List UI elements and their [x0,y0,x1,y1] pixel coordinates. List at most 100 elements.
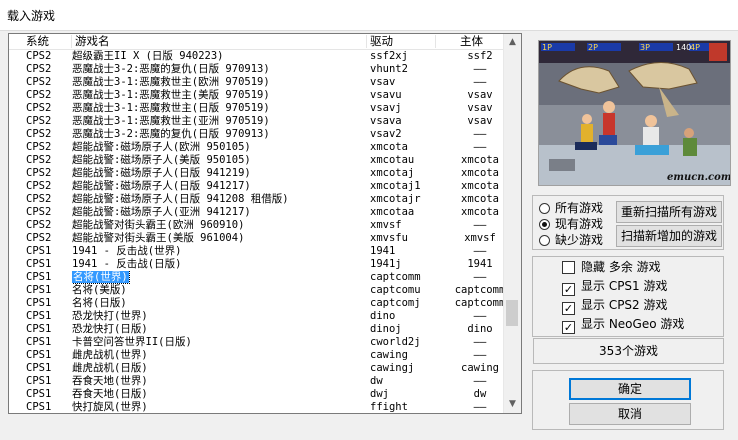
cell-name: 恶魔战士3-1:恶魔救世主(日版 970519) [72,102,270,114]
scroll-down-arrow-icon[interactable]: ▼ [504,396,521,413]
cell-driver: cawing [370,349,408,361]
table-row[interactable]: CPS2 恶魔战士3-1:恶魔救世主(美版 970519) vsavu vsav [9,89,505,102]
checkbox-show-neogeo[interactable]: ✓ 显示 NeoGeo 游戏 [562,316,684,334]
cell-name: 名将(美版) [72,284,127,296]
column-divider[interactable] [71,35,72,48]
column-system[interactable]: 系统 [26,34,49,49]
cell-system: CPS1 [26,349,52,361]
table-row[interactable]: CPS1 雌虎战机(世界) cawing —— [9,349,505,362]
title-divider [0,30,738,31]
cell-driver: vsav2 [370,128,402,140]
checkbox-show-cps2[interactable]: ✓ 显示 CPS2 游戏 [562,297,668,315]
table-row[interactable]: CPS2 超能战警:磁场原子人(欧洲 950105) xmcota —— [9,141,505,154]
scroll-up-arrow-icon[interactable]: ▲ [504,34,521,51]
cell-system: CPS2 [26,154,52,166]
cell-driver: xmvsf [370,219,402,231]
rescan-new-button[interactable]: 扫描新增加的游戏 [616,225,722,247]
table-row[interactable]: CPS1 快打旋风(世界) ffight —— [9,401,505,413]
table-row[interactable]: CPS2 超能战警:磁场原子人(日版 941217) xmcotaj1 xmcota [9,180,505,193]
rescan-all-button[interactable]: 重新扫描所有游戏 [616,201,722,223]
radio-dot [539,203,550,214]
ok-button[interactable]: 确定 [569,378,691,400]
table-row[interactable]: CPS2 超能战警:磁场原子人(日版 941219) xmcotaj xmcota [9,167,505,180]
cancel-button[interactable]: 取消 [569,403,691,425]
cell-name: 名将(日版) [72,297,127,309]
table-row[interactable]: CPS2 超能战警对街头霸王(欧洲 960910) xmvsf —— [9,219,505,232]
table-row[interactable]: CPS1 雌虎战机(日版) cawingj cawing [9,362,505,375]
table-row[interactable]: CPS2 恶魔战士3-1:恶魔救世主(日版 970519) vsavj vsav [9,102,505,115]
game-preview-image: 1P 2P 3P 140 4P emucn.com [538,40,731,186]
window-title: 载入游戏 [7,9,56,23]
table-row[interactable]: CPS1 名将(日版) captcomj captcomm [9,297,505,310]
cell-driver: vsavj [370,102,402,114]
cell-name: 恐龙快打(世界) [72,310,148,322]
table-row[interactable]: CPS2 恶魔战士3-2:恶魔的复仇(日版 970913) vsav2 —— [9,128,505,141]
table-row[interactable]: CPS2 恶魔战士3-1:恶魔救世主(欧洲 970519) vsav —— [9,76,505,89]
table-row[interactable]: CPS2 超能战警:磁场原子人(亚洲 941217) xmcotaa xmcota [9,206,505,219]
cell-driver: xmcotajr [370,193,421,205]
table-row[interactable]: CPS2 超级霸王II X (日版 940223) ssf2xj ssf2 [9,50,505,63]
cell-system: CPS1 [26,401,52,413]
cell-driver: xmcotau [370,154,415,166]
column-divider[interactable] [366,35,367,48]
title-bar: 载入游戏 [0,0,738,30]
checkbox-box [562,261,575,274]
cell-system: CPS2 [26,89,52,101]
checkbox-hide-extra[interactable]: 隐藏 多余 游戏 [562,259,661,275]
game-list[interactable]: 系统 游戏名 驱动 主体 CPS2 超级霸王II X (日版 940223) ssf… [8,33,522,414]
table-row[interactable]: CPS2 恶魔战士3-1:恶魔救世主(亚洲 970519) vsava vsav [9,115,505,128]
cell-name: 名将(世界) [72,271,367,284]
radio-dot [539,219,550,230]
table-row[interactable]: CPS2 超能战警:磁场原子人(美版 950105) xmcotau xmcota [9,154,505,167]
cell-driver: cworld2j [370,336,421,348]
cell-driver: captcomj [370,297,421,309]
cell-name: 超能战警:磁场原子人(美版 950105) [72,154,251,166]
cell-driver: 1941 [370,245,396,257]
table-row[interactable]: CPS2 超能战警:磁场原子人(日版 941208 租借版) xmcotajr xmc… [9,193,505,206]
column-divider[interactable] [435,35,436,48]
table-row[interactable]: CPS2 超能战警对街头霸王(美版 961004) xmvsfu xmvsf [9,232,505,245]
checkbox-label: 隐藏 多余 游戏 [581,260,661,274]
cell-name: 超能战警对街头霸王(美版 961004) [72,232,245,244]
table-row[interactable]: CPS1 1941 - 反击战(世界) 1941 —— [9,245,505,258]
cell-driver: cawingj [370,362,415,374]
radio-dot [539,235,550,246]
cell-driver: 1941j [370,258,402,270]
cell-driver: captcomm [370,271,421,283]
table-row[interactable]: CPS1 吞食天地(日版) dwj dw [9,388,505,401]
cell-name: 超能战警:磁场原子人(日版 941219) [72,167,251,179]
radio-available-games[interactable]: 现有游戏 [539,216,603,232]
cell-system: CPS1 [26,284,52,296]
table-row[interactable]: CPS1 名将(世界) captcomm —— [9,271,505,284]
cell-name: 恐龙快打(日版) [72,323,148,335]
table-row[interactable]: CPS1 恐龙快打(世界) dino —— [9,310,505,323]
column-name[interactable]: 游戏名 [75,34,110,49]
hud-label: 1P [542,43,552,52]
vertical-scrollbar[interactable]: ▲ ▼ [503,34,521,413]
table-row[interactable]: CPS1 1941 - 反击战(日版) 1941j 1941 [9,258,505,271]
cell-name: 吞食天地(世界) [72,375,148,387]
table-row[interactable]: CPS2 恶魔战士3-2:恶魔的复仇(日版 970913) vhunt2 —— [9,63,505,76]
cell-name: 恶魔战士3-2:恶魔的复仇(日版 970913) [72,63,270,75]
radio-all-games[interactable]: 所有游戏 [539,200,603,216]
column-driver[interactable]: 驱动 [370,34,393,49]
cell-system: CPS2 [26,50,52,62]
cell-system: CPS2 [26,76,52,88]
cell-system: CPS1 [26,271,52,283]
table-row[interactable]: CPS1 恐龙快打(日版) dinoj dino [9,323,505,336]
cell-name: 超级霸王II X (日版 940223) [72,50,224,62]
radio-missing-games[interactable]: 缺少游戏 [539,232,603,248]
checkbox-show-cps1[interactable]: ✓ 显示 CPS1 游戏 [562,278,668,296]
cell-system: CPS1 [26,336,52,348]
cell-name: 恶魔战士3-1:恶魔救世主(欧洲 970519) [72,76,270,88]
table-row[interactable]: CPS1 名将(美版) captcomu captcomm [9,284,505,297]
cell-driver: dino [370,310,396,322]
scroll-thumb[interactable] [506,299,518,326]
table-row[interactable]: CPS1 卡普空问答世界II(日版) cworld2j —— [9,336,505,349]
cell-driver: dw [370,375,383,387]
table-row[interactable]: CPS1 吞食天地(世界) dw —— [9,375,505,388]
cell-system: CPS2 [26,219,52,231]
column-parent[interactable]: 主体 [460,34,483,49]
cell-system: CPS2 [26,128,52,140]
cell-driver: vhunt2 [370,63,408,75]
